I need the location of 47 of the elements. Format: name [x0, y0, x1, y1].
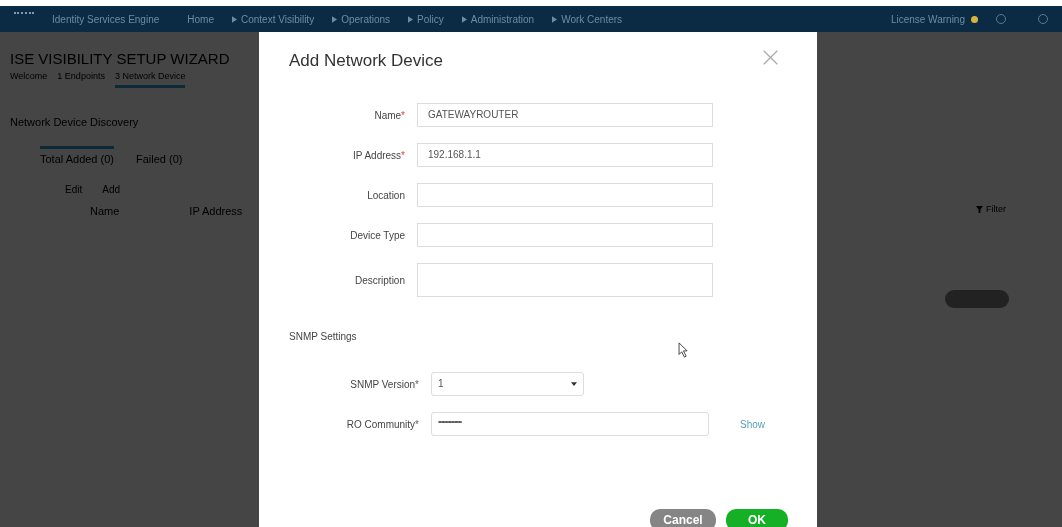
nav-menu-item[interactable]: Administration [461, 13, 535, 25]
nav-menu-item[interactable]: Home [187, 13, 214, 25]
section-title: Network Device Discovery [10, 115, 139, 129]
wizard-title: ISE VISIBILITY SETUP WIZARD [10, 50, 230, 68]
field-label: Device Type [349, 229, 405, 241]
text-area[interactable] [417, 263, 713, 297]
field-label: Description [353, 274, 405, 286]
field-label: Name* [373, 109, 405, 121]
toolbar-button[interactable]: Edit [65, 183, 83, 196]
column-header: Name [90, 205, 120, 218]
cancel-button[interactable]: Cancel [650, 509, 716, 527]
toolbar-button[interactable]: Add [102, 183, 121, 196]
triangle-icon [332, 15, 338, 23]
triangle-icon [461, 15, 467, 23]
nav-menu-item[interactable]: Work Centers [552, 13, 623, 25]
ok-button[interactable]: OK [726, 509, 788, 527]
cursor-icon [678, 342, 689, 358]
triangle-icon [231, 15, 237, 23]
field-label: IP Address* [351, 149, 405, 161]
input-field[interactable]: 192.168.1.1 [417, 143, 713, 167]
tab[interactable]: Failed (0) [136, 146, 183, 166]
field-label: RO Community* [345, 418, 419, 430]
input-field[interactable]: GATEWAYROUTER [417, 103, 713, 127]
nav-menu-item[interactable]: Context Visibility [231, 13, 315, 25]
filter-button[interactable]: Filter [976, 204, 1006, 215]
tab[interactable]: Total Added (0) [40, 146, 114, 166]
dialog-title: Add Network Device [289, 51, 443, 71]
triangle-icon [408, 15, 414, 23]
input-field[interactable] [417, 223, 713, 247]
nav-menu-item[interactable]: Operations [332, 13, 391, 25]
column-header: IP Address [189, 205, 243, 218]
triangle-icon [552, 15, 558, 23]
close-icon[interactable] [762, 48, 779, 66]
product-name: Identity Services Engine [52, 13, 160, 25]
wizard-step[interactable]: 1 Endpoints [57, 71, 105, 88]
field-label: Location [366, 189, 405, 201]
caret-icon [571, 382, 577, 386]
wizard-step[interactable]: Welcome [10, 71, 48, 88]
nav-menu-item[interactable]: Policy [408, 13, 444, 25]
warning-dot-icon [971, 15, 978, 23]
show-link[interactable]: Show [740, 418, 765, 430]
license-warning-link[interactable]: License Warning [890, 13, 965, 25]
dropdown[interactable]: 1 [431, 372, 584, 396]
input-field[interactable] [417, 183, 713, 207]
section-title: SNMP Settings [289, 331, 358, 342]
field-label: SNMP Version* [349, 378, 419, 390]
filter-icon [976, 205, 983, 213]
